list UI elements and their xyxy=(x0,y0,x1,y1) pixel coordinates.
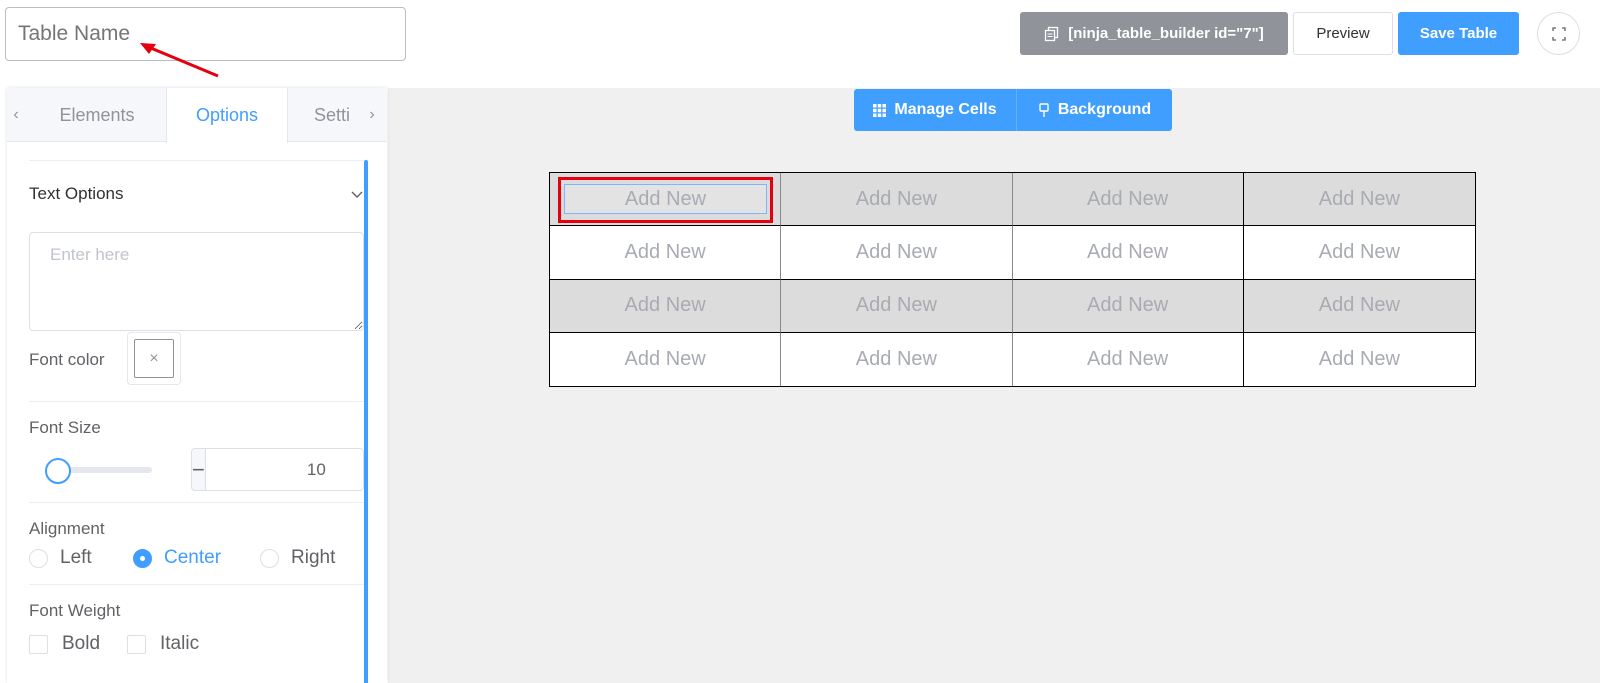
copy-shortcode-button[interactable]: [ninja_table_builder id="7"] xyxy=(1020,12,1288,55)
divider xyxy=(29,401,364,402)
checkbox-label: Italic xyxy=(160,633,200,654)
fullscreen-icon xyxy=(1551,26,1566,41)
radio-label: Center xyxy=(164,547,222,568)
italic-checkbox[interactable]: Italic xyxy=(127,632,199,656)
background-button[interactable]: Background xyxy=(1017,89,1172,131)
font-size-stepper: − + xyxy=(191,448,364,491)
tab-elements[interactable]: Elements xyxy=(27,88,167,142)
table-cell[interactable]: Add New xyxy=(1013,332,1244,386)
checkbox xyxy=(29,634,48,654)
background-label: Background xyxy=(1057,101,1152,118)
grid-icon xyxy=(873,103,887,117)
alignment-center-radio[interactable]: Center xyxy=(133,546,221,570)
alignment-right-radio[interactable]: Right xyxy=(260,546,335,570)
radio-circle xyxy=(29,548,48,568)
alignment-radio-group: Left Center Right xyxy=(29,546,370,570)
settings-sidebar: ‹ Elements Options Setti › Text Options … xyxy=(7,88,387,683)
table-toolbar: Manage Cells Background xyxy=(854,89,1172,131)
table-cell[interactable]: Add New xyxy=(1012,173,1244,227)
font-weight-label: Font Weight xyxy=(29,601,121,620)
font-size-input[interactable] xyxy=(205,449,363,490)
font-color-label: Font color xyxy=(29,350,105,369)
alignment-label: Alignment xyxy=(29,519,105,538)
table-cell[interactable]: Add New xyxy=(550,332,782,386)
selected-cell-input[interactable]: Add New xyxy=(564,184,767,214)
checkbox xyxy=(127,634,146,654)
table-cell[interactable]: Add New xyxy=(550,279,782,333)
panel-scrollbar[interactable] xyxy=(364,160,368,683)
brush-icon xyxy=(1039,102,1049,117)
color-swatch: × xyxy=(134,339,174,378)
manage-cells-label: Manage Cells xyxy=(894,101,997,118)
table-name-input[interactable] xyxy=(5,7,406,61)
fullscreen-button[interactable] xyxy=(1537,12,1580,55)
divider xyxy=(29,160,364,161)
text-options-header[interactable]: Text Options xyxy=(29,182,364,206)
save-table-button[interactable]: Save Table xyxy=(1398,12,1519,55)
section-title: Text Options xyxy=(29,184,124,203)
table-cell[interactable]: Add New xyxy=(1243,279,1475,333)
font-size-slider-handle[interactable] xyxy=(45,458,71,484)
table-cell[interactable]: Add New xyxy=(1243,173,1475,227)
table-cell[interactable]: Add New xyxy=(1012,226,1244,280)
radio-circle xyxy=(133,548,152,568)
tab-settings[interactable]: Setti xyxy=(288,88,368,142)
tab-options[interactable]: Options xyxy=(166,88,288,143)
decrement-button[interactable]: − xyxy=(192,449,206,490)
table-cell[interactable]: Add New xyxy=(1244,333,1475,386)
close-icon: × xyxy=(149,349,159,367)
table-cell[interactable]: Add New xyxy=(781,279,1013,333)
table-grid: Add New Add New Add New Add New Add New … xyxy=(549,172,1476,387)
radio-circle xyxy=(260,548,279,568)
table-cell[interactable]: Add New xyxy=(550,226,782,280)
preview-button[interactable]: Preview xyxy=(1293,12,1393,55)
shortcode-label: [ninja_table_builder id="7"] xyxy=(1068,25,1264,42)
table-cell[interactable]: Add New xyxy=(1012,279,1244,333)
font-size-slider[interactable] xyxy=(59,467,152,473)
font-color-picker[interactable]: × xyxy=(127,332,181,385)
copy-icon xyxy=(1045,26,1059,41)
table-cell[interactable]: Add New xyxy=(781,173,1013,227)
radio-label: Left xyxy=(60,547,92,568)
manage-cells-button[interactable]: Manage Cells xyxy=(854,89,1017,131)
checkbox-label: Bold xyxy=(62,633,101,654)
table-cell[interactable]: Add New xyxy=(781,226,1013,280)
bold-checkbox[interactable]: Bold xyxy=(29,632,100,656)
sidebar-tabs: ‹ Elements Options Setti › xyxy=(7,88,387,143)
divider xyxy=(29,584,364,585)
cell-text: Add New xyxy=(624,187,707,210)
divider xyxy=(29,502,364,503)
alignment-left-radio[interactable]: Left xyxy=(29,546,92,570)
font-weight-checkbox-group: Bold Italic xyxy=(29,632,370,656)
table-cell[interactable]: Add New xyxy=(1243,226,1475,280)
font-size-label: Font Size xyxy=(29,418,101,437)
chevron-down-icon xyxy=(351,191,363,198)
table-cell[interactable]: Add New xyxy=(781,332,1013,386)
options-panel: Text Options Font color × Font Size − + … xyxy=(29,160,370,683)
tab-next-icon[interactable]: › xyxy=(363,88,381,142)
table-cell[interactable]: Add New xyxy=(550,173,782,227)
radio-label: Right xyxy=(291,547,336,568)
text-input[interactable] xyxy=(29,232,364,331)
tab-prev-icon[interactable]: ‹ xyxy=(7,88,25,142)
